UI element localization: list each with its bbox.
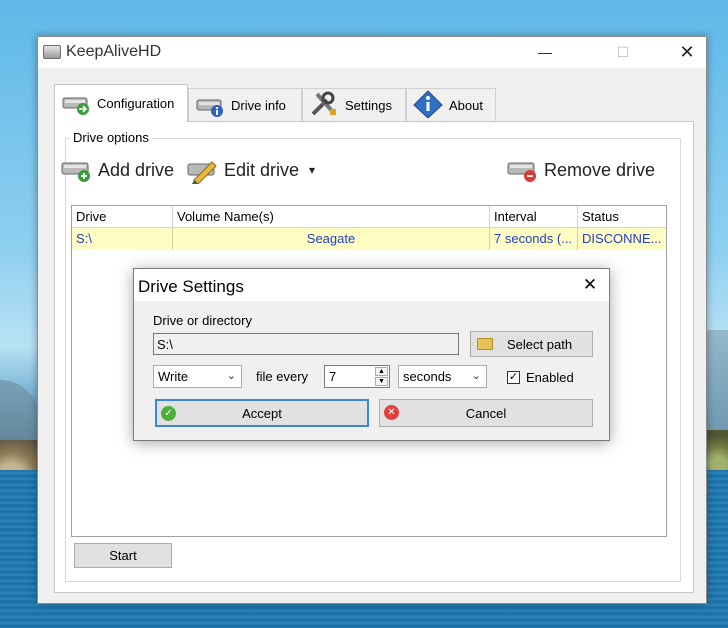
tab-settings[interactable]: Settings — [302, 88, 406, 122]
column-status[interactable]: Status — [578, 206, 666, 227]
enabled-checkbox-row[interactable]: ✓ Enabled — [507, 370, 574, 385]
tools-icon — [309, 91, 339, 118]
cancel-label: Cancel — [465, 405, 507, 421]
accept-button[interactable]: ✓ Accept — [155, 399, 369, 427]
table-header: Drive Volume Name(s) Interval Status — [72, 206, 666, 228]
title-bar[interactable]: KeepAliveHD — ☐ ✕ — [38, 37, 706, 68]
mode-value: Write — [158, 369, 189, 384]
tab-about[interactable]: About — [406, 88, 496, 122]
info-diamond-icon — [413, 89, 443, 119]
tab-configuration[interactable]: Configuration — [54, 84, 188, 122]
drive-options-label: Drive options — [70, 130, 152, 145]
drive-directory-label: Drive or directory — [153, 313, 252, 328]
edit-drive-button[interactable]: Edit drive ▾ — [186, 153, 315, 187]
file-every-label: file every — [256, 369, 309, 384]
edit-drive-label: Edit drive — [224, 159, 300, 180]
unit-dropdown[interactable]: seconds ⌄ — [398, 365, 487, 388]
drive-add-icon — [60, 156, 92, 184]
tab-about-label: About — [449, 98, 483, 113]
table-row[interactable]: S:\ Seagate 7 seconds (... DISCONNE... — [72, 228, 666, 250]
minimize-button[interactable]: — — [522, 37, 568, 68]
spin-up-icon[interactable]: ▲ — [375, 367, 388, 376]
tab-drive-info-label: Drive info — [231, 98, 286, 113]
unit-value: seconds — [403, 369, 452, 384]
mode-dropdown[interactable]: Write ⌄ — [153, 365, 242, 388]
drive-remove-icon — [506, 156, 538, 184]
tab-drive-info[interactable]: Drive info — [188, 88, 302, 122]
drive-toolbar: Add drive Edit drive ▾ Remove drive — [61, 153, 680, 189]
column-interval[interactable]: Interval — [490, 206, 578, 227]
select-path-button[interactable]: Select path — [470, 331, 593, 357]
chevron-down-icon: ⌄ — [471, 370, 481, 382]
dialog-title: Drive Settings — [138, 277, 244, 296]
cell-volume: Seagate — [173, 228, 490, 250]
drive-info-icon — [195, 94, 225, 118]
column-volume-names[interactable]: Volume Name(s) — [173, 206, 490, 227]
pencil-edit-icon — [186, 156, 218, 185]
cell-interval: 7 seconds (... — [490, 228, 578, 250]
dialog-close-button[interactable]: ✕ — [578, 273, 602, 297]
cancel-button[interactable]: ✕ Cancel — [379, 399, 593, 427]
tab-settings-label: Settings — [345, 98, 392, 113]
dialog-title-bar[interactable]: Drive Settings ✕ — [134, 269, 609, 301]
folder-icon — [477, 338, 493, 350]
close-button[interactable]: ✕ — [664, 37, 710, 68]
x-circle-icon: ✕ — [384, 405, 399, 420]
add-drive-button[interactable]: Add drive — [60, 153, 174, 187]
enabled-checkbox[interactable]: ✓ — [507, 371, 520, 384]
chevron-down-icon: ⌄ — [226, 370, 236, 382]
add-drive-label: Add drive — [98, 159, 175, 180]
interval-stepper[interactable]: 7 ▲ ▼ — [324, 365, 390, 388]
enabled-label: Enabled — [526, 370, 574, 385]
start-button[interactable]: Start — [74, 543, 172, 568]
cell-status: DISCONNE... — [582, 231, 662, 246]
chevron-down-icon[interactable]: ▾ — [309, 163, 315, 177]
window-title: KeepAliveHD — [66, 43, 162, 60]
app-drive-icon — [43, 45, 61, 59]
path-input[interactable]: S:\ — [153, 333, 459, 355]
tab-configuration-label: Configuration — [97, 96, 175, 111]
accept-label: Accept — [242, 405, 282, 421]
drive-arrow-icon — [61, 92, 91, 116]
interval-value: 7 — [329, 369, 337, 384]
drive-settings-dialog: Drive Settings ✕ Drive or directory S:\ … — [133, 268, 610, 441]
maximize-button[interactable]: ☐ — [600, 37, 646, 68]
check-circle-icon: ✓ — [161, 406, 176, 421]
spin-down-icon[interactable]: ▼ — [375, 377, 388, 386]
remove-drive-label: Remove drive — [544, 159, 656, 180]
cell-drive: S:\ — [72, 228, 173, 250]
column-drive[interactable]: Drive — [72, 206, 173, 227]
remove-drive-button[interactable]: Remove drive — [506, 153, 655, 187]
select-path-label: Select path — [507, 336, 573, 352]
